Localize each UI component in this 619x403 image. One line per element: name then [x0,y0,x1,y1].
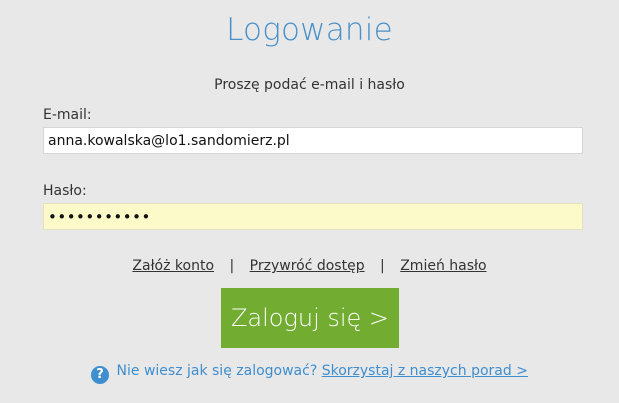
create-account-link[interactable]: Załóż konto [132,258,214,274]
help-question: Nie wiesz jak się zalogować? [116,363,318,379]
email-label: E-mail: [43,107,92,123]
change-password-link[interactable]: Zmień hasło [400,258,486,274]
question-circle-icon[interactable]: ? [91,366,110,384]
password-field[interactable] [43,203,583,230]
help-link[interactable]: Skorzystaj z naszych porad > [322,363,528,379]
page-title: Logowanie [226,12,393,48]
login-instructions: Proszę podać e-mail i hasło [214,77,405,93]
link-separator: | [380,258,385,274]
email-field[interactable] [43,127,583,154]
account-links: Załóż konto | Przywróć dostęp | Zmień ha… [0,258,619,274]
restore-access-link[interactable]: Przywróć dostęp [250,258,365,274]
help-row: ? Nie wiesz jak się zalogować? Skorzysta… [0,363,619,384]
login-button[interactable]: Zaloguj się > [221,288,399,348]
link-separator: | [229,258,235,274]
password-label: Hasło: [43,183,87,199]
